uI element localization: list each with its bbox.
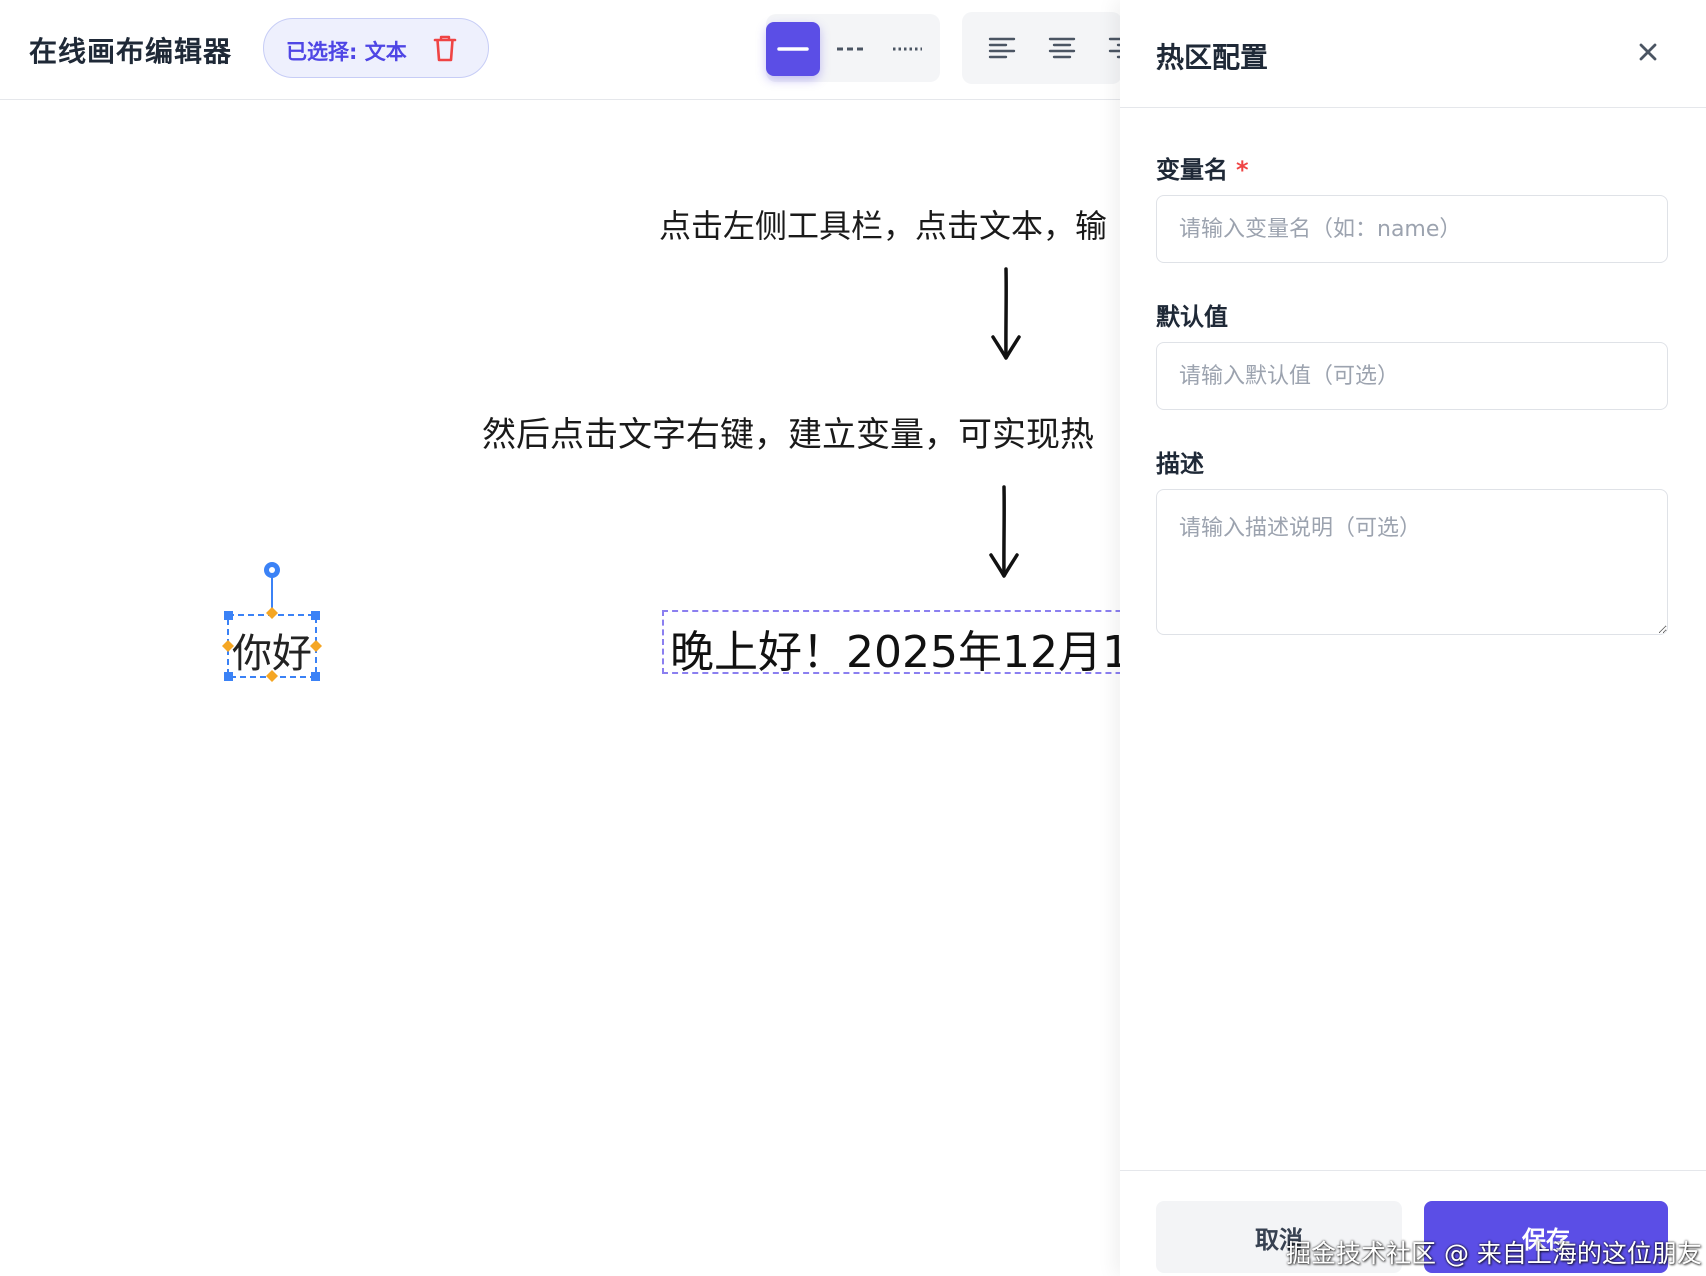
line-solid-button[interactable] [766, 22, 820, 76]
arrow-down-icon[interactable] [986, 485, 1022, 581]
variable-name-input[interactable] [1156, 195, 1668, 263]
variable-text: 晚上好！2025年12月10 [670, 627, 1120, 678]
canvas-instruction-text-2[interactable]: 然后点击文字右键，建立变量，可实现热 [482, 407, 1094, 456]
line-dotted-button[interactable] [880, 22, 934, 76]
selection-label: 已选择: 文本 [286, 40, 407, 64]
close-icon[interactable] [1636, 40, 1660, 64]
description-textarea[interactable] [1156, 489, 1668, 635]
variable-name-label-text: 变量名 [1156, 156, 1228, 184]
selection-indicator: 已选择: 文本 [263, 18, 489, 78]
hotspot-config-panel: 热区配置 变量名* 默认值 描述 取消 保存 [1120, 0, 1706, 1276]
variable-name-label: 变量名 * [1156, 150, 1249, 185]
required-mark: * [1236, 156, 1249, 184]
arrow-down-icon[interactable] [988, 267, 1024, 363]
panel-title: 热区配置 [1156, 41, 1269, 74]
panel-header: 热区配置 [1120, 0, 1706, 108]
line-solid-icon [777, 47, 809, 51]
line-dashed-button[interactable] [824, 22, 878, 76]
default-value-input[interactable] [1156, 342, 1668, 410]
line-dotted-icon [893, 47, 922, 51]
text-align-group [962, 12, 1136, 84]
description-label: 描述 [1156, 450, 1204, 478]
line-dashed-icon [837, 47, 865, 51]
variable-text-box[interactable]: 晚上好！2025年12月10 [662, 610, 1120, 678]
canvas-instruction-text-1[interactable]: 点击左侧工具栏，点击文本，输 [659, 201, 1107, 247]
app-title: 在线画布编辑器 [29, 35, 233, 68]
selected-text-object[interactable]: 你好 [222, 561, 322, 686]
default-value-label: 默认值 [1156, 303, 1228, 331]
drawing-canvas[interactable]: 点击左侧工具栏，点击文本，输 然后点击文字右键，建立变量，可实现热 晚上好！20… [0, 101, 1120, 1276]
watermark-text: 掘金技术社区 @ 来自上海的这位朋友 [1286, 1239, 1702, 1268]
align-center-icon[interactable] [1044, 30, 1080, 66]
trash-icon[interactable] [432, 33, 458, 63]
line-style-group [766, 14, 940, 82]
align-left-icon[interactable] [984, 30, 1020, 66]
selected-text: 你好 [232, 631, 312, 677]
